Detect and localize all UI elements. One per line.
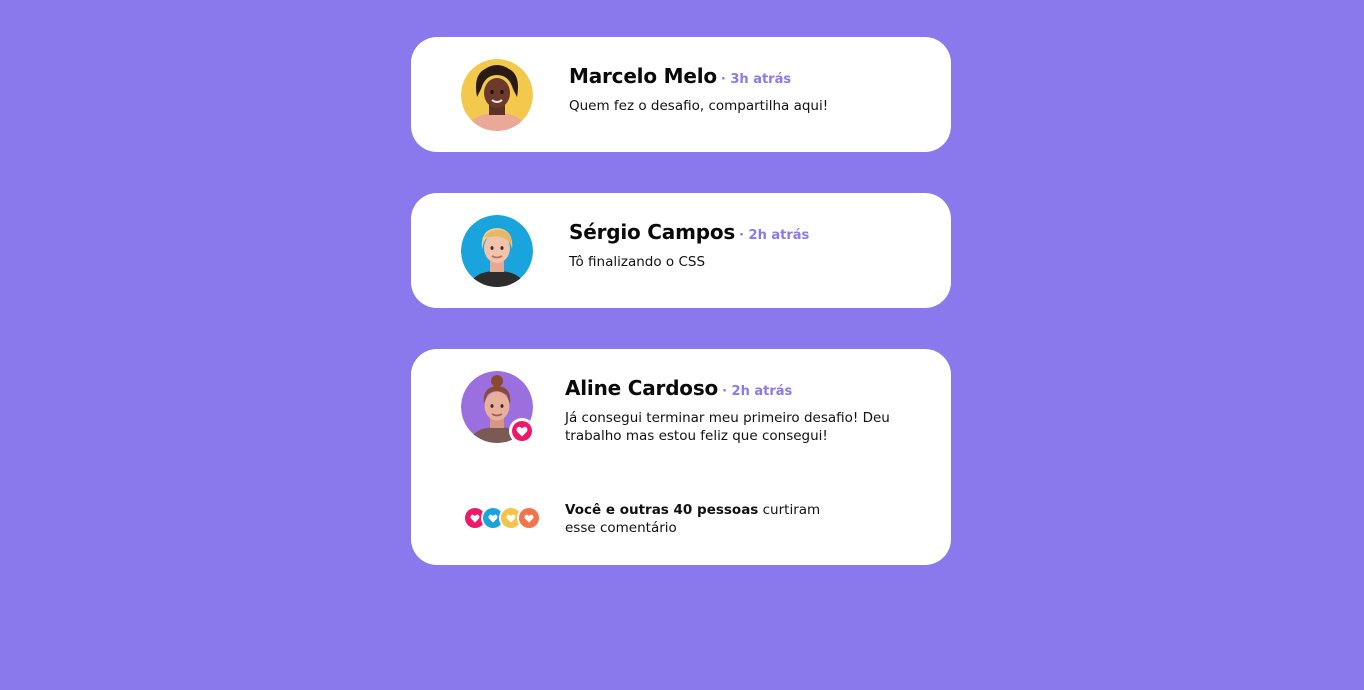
comment-body: Marcelo Melo · 3h atrás Quem fez o desaf… [569, 64, 909, 115]
comment-time: · 3h atrás [720, 72, 792, 87]
avatar-blond-man-icon [461, 215, 533, 287]
comment-time: · 2h atrás [722, 384, 793, 399]
likes-summary[interactable]: Você e outras 40 pessoas curtiram esse c… [565, 501, 825, 537]
liked-badge [509, 418, 535, 444]
avatar[interactable] [461, 215, 533, 287]
comment-header: Aline Cardoso · 2h atrás [565, 376, 905, 400]
reaction-avatars[interactable] [463, 506, 543, 530]
likes-count: Você e outras 40 pessoas [565, 502, 759, 518]
author-name[interactable]: Sérgio Campos [569, 220, 735, 244]
comment-card: Aline Cardoso · 2h atrás Já consegui ter… [411, 349, 951, 565]
avatar[interactable] [461, 59, 533, 131]
comment-body: Aline Cardoso · 2h atrás Já consegui ter… [565, 376, 905, 445]
author-name[interactable]: Aline Cardoso [565, 376, 718, 400]
comment-card: Marcelo Melo · 3h atrás Quem fez o desaf… [411, 37, 951, 152]
comment-message: Quem fez o desafio, compartilha aqui! [569, 98, 829, 114]
heart-icon [512, 421, 532, 441]
comment-header: Marcelo Melo · 3h atrás [569, 64, 909, 88]
comment-time: · 2h atrás [739, 228, 810, 243]
comment-card: Sérgio Campos · 2h atrás Tô finalizando … [411, 193, 951, 308]
reaction-heart-icon [517, 506, 541, 530]
comment-message: Tô finalizando o CSS [569, 254, 706, 270]
author-name[interactable]: Marcelo Melo [569, 64, 717, 88]
comment-header: Sérgio Campos · 2h atrás [569, 220, 909, 244]
comment-message: Já consegui terminar meu primeiro desafi… [565, 410, 890, 444]
avatar-curly-hair-man-icon [461, 59, 533, 131]
comment-body: Sérgio Campos · 2h atrás Tô finalizando … [569, 220, 909, 271]
